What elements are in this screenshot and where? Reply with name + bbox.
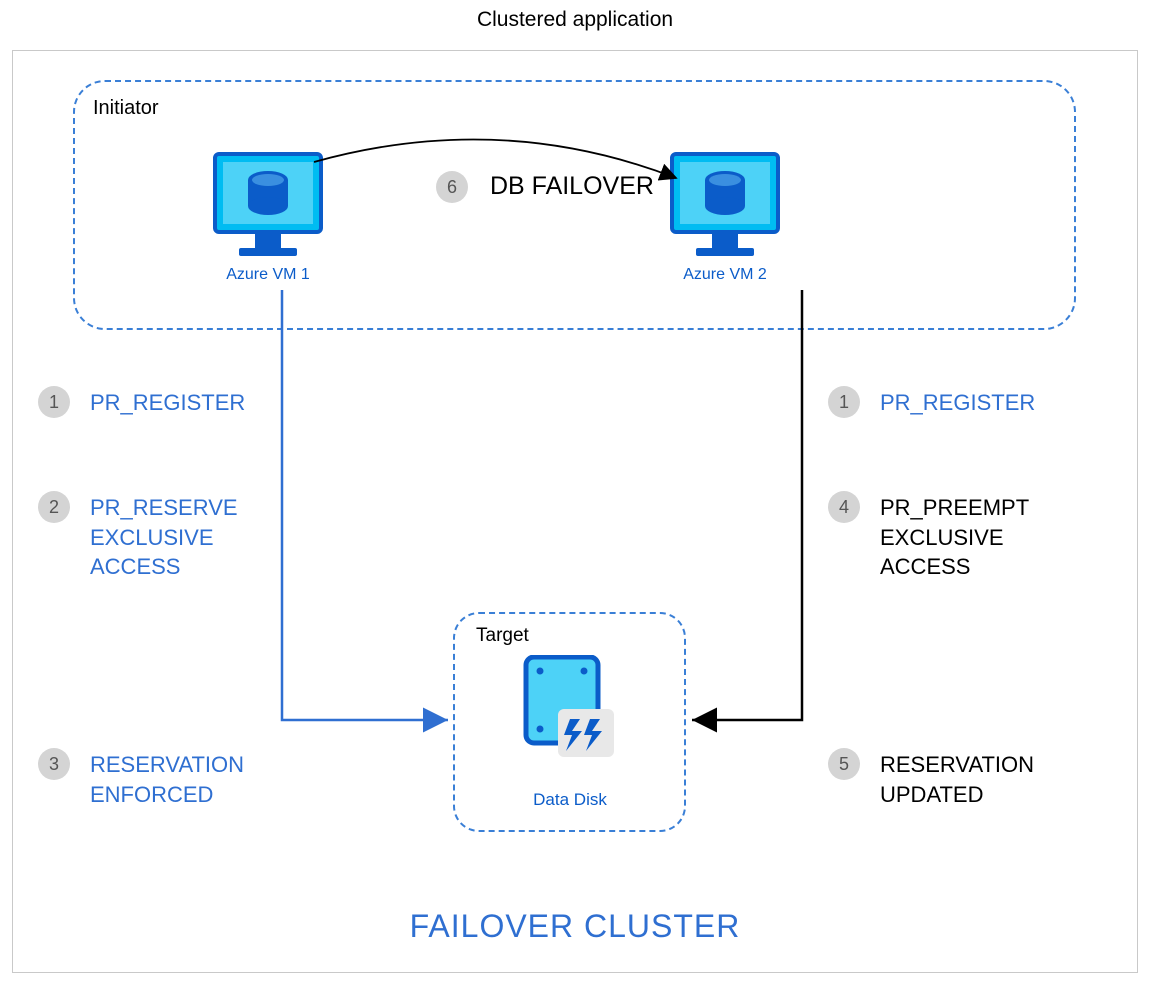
- step-badge-left-1: 1: [38, 386, 70, 418]
- vm1-icon: [213, 152, 323, 262]
- step-badge-6: 6: [436, 171, 468, 203]
- step-text-right-1: PR_REGISTER: [880, 388, 1035, 418]
- step-text-left-2: PR_RESERVE EXCLUSIVE ACCESS: [90, 493, 238, 582]
- step-badge-left-2: 2: [38, 491, 70, 523]
- initiator-label: Initiator: [93, 97, 159, 120]
- failover-label: DB FAILOVER: [490, 172, 654, 201]
- step-text-left-1: PR_REGISTER: [90, 388, 245, 418]
- data-disk-icon: [520, 655, 620, 775]
- step-badge-left-3: 3: [38, 748, 70, 780]
- step-text-left-3: RESERVATION ENFORCED: [90, 750, 244, 809]
- vm1-label: Azure VM 1: [213, 266, 323, 284]
- target-label: Target: [476, 625, 529, 647]
- step-text-right-5: RESERVATION UPDATED: [880, 750, 1034, 809]
- step-text-right-4: PR_PREEMPT EXCLUSIVE ACCESS: [880, 493, 1029, 582]
- step-badge-right-5: 5: [828, 748, 860, 780]
- data-disk-label: Data Disk: [505, 790, 635, 810]
- step-badge-right-4: 4: [828, 491, 860, 523]
- vm2-label: Azure VM 2: [670, 266, 780, 284]
- vm2-icon: [670, 152, 780, 262]
- step-badge-right-1: 1: [828, 386, 860, 418]
- footer-title: FAILOVER CLUSTER: [0, 908, 1150, 945]
- diagram-title: Clustered application: [0, 8, 1150, 32]
